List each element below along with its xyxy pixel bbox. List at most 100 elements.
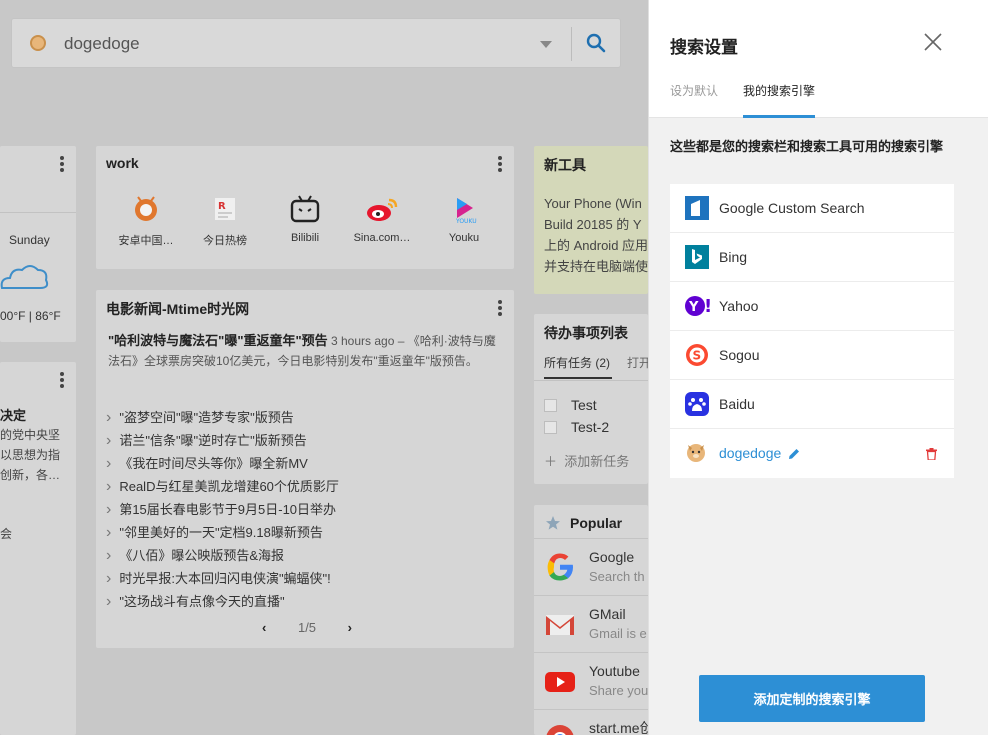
more-icon[interactable] bbox=[60, 156, 64, 174]
widget-title: 电影新闻-Mtime时光网 bbox=[106, 301, 250, 317]
new-tools-widget: 新工具 Your Phone (Win Build 20185 的 Y 上的 A… bbox=[534, 146, 648, 294]
news-partial-line: 的党中央坚 bbox=[0, 428, 61, 442]
tab-all-tasks[interactable]: 所有任务 (2) bbox=[544, 354, 610, 371]
tab-my-search-engines[interactable]: 我的搜索引擎 bbox=[743, 82, 815, 99]
sogou-icon: S bbox=[685, 343, 709, 367]
gmail-icon bbox=[544, 608, 578, 642]
add-custom-engine-button[interactable]: 添加定制的搜索引擎 bbox=[699, 675, 925, 722]
popular-subtitle: Gmail is e bbox=[589, 626, 647, 641]
engine-item-google-custom-search[interactable]: Google Custom Search bbox=[670, 184, 954, 233]
tools-line: 上的 Android 应用 bbox=[544, 238, 649, 253]
svg-text:S: S bbox=[693, 349, 702, 363]
more-icon[interactable] bbox=[60, 372, 64, 390]
search-divider bbox=[571, 27, 572, 61]
active-tab-underline bbox=[544, 377, 612, 379]
news-link[interactable]: 第15届长春电影节于9月5日-10日举办 bbox=[106, 498, 339, 521]
baidu-icon bbox=[685, 392, 709, 416]
bilibili-icon bbox=[288, 192, 322, 226]
chevron-right-icon[interactable]: › bbox=[348, 620, 352, 635]
search-settings-panel: 搜索设置 设为默认 我的搜索引擎 这些都是您的搜索栏和搜索工具可用的搜索引擎 G… bbox=[648, 0, 988, 735]
divider bbox=[534, 380, 648, 381]
news-partial-line: 创新，各… bbox=[0, 468, 61, 482]
headline-title[interactable]: "哈利波特与魔法石"曝"重返童年"预告 bbox=[108, 333, 328, 348]
weather-temps: 00°F | 86°F bbox=[0, 309, 61, 323]
engine-item-dogedoge[interactable]: dogedoge bbox=[670, 429, 954, 478]
bing-icon bbox=[685, 245, 709, 269]
news-partial-title: 决定 bbox=[0, 408, 27, 423]
popular-subtitle: Share you bbox=[589, 683, 649, 698]
cloud-icon bbox=[0, 262, 50, 297]
popular-subtitle: Search th bbox=[589, 569, 645, 584]
bookmark-item[interactable]: R 今日热榜 bbox=[187, 192, 263, 248]
engine-item-baidu[interactable]: Baidu bbox=[670, 380, 954, 429]
more-icon[interactable] bbox=[498, 300, 502, 318]
bookmark-item[interactable]: Bilibili bbox=[267, 192, 343, 244]
google-custom-search-icon bbox=[685, 196, 709, 220]
add-task-input[interactable]: ＋ 添加新任务 bbox=[544, 451, 629, 470]
news-link[interactable]: 诺兰"信条"曝"逆时存亡"版新预告 bbox=[106, 429, 339, 452]
news-link[interactable]: "邻里美好的一天"定档9.18曝新预告 bbox=[106, 521, 339, 544]
weather-day: Sunday bbox=[9, 233, 50, 247]
engine-name: Google Custom Search bbox=[719, 200, 865, 216]
tools-text: Your Phone (Win Build 20185 的 Y 上的 Andro… bbox=[544, 193, 648, 277]
bookmark-label: Sina.com… bbox=[353, 232, 411, 244]
panel-title: 搜索设置 bbox=[670, 38, 738, 57]
panel-header: 搜索设置 设为默认 我的搜索引擎 bbox=[649, 0, 988, 118]
popular-name: start.me创 bbox=[589, 720, 654, 735]
bookmark-label: 今日热榜 bbox=[203, 235, 247, 247]
news-link[interactable]: "盗梦空间"曝"造梦专家"版预告 bbox=[106, 406, 339, 429]
news-list: "盗梦空间"曝"造梦专家"版预告 诺兰"信条"曝"逆时存亡"版新预告 《我在时间… bbox=[106, 406, 339, 613]
popular-item[interactable]: Youtube Share you bbox=[534, 652, 648, 709]
news-link[interactable]: 时光早报:大本回归闪电侠演"蝙蝠侠"! bbox=[106, 567, 339, 590]
engine-item-yahoo[interactable]: Y! Yahoo bbox=[670, 282, 954, 331]
search-icon[interactable] bbox=[586, 33, 606, 58]
popular-item[interactable]: start.me创 bbox=[534, 709, 654, 735]
search-bar[interactable]: dogedoge bbox=[11, 18, 621, 68]
weather-widget: Sunday 00°F | 86°F bbox=[0, 146, 76, 342]
engine-item-sogou[interactable]: S Sogou bbox=[670, 331, 954, 380]
tools-line: 并支持在电脑端使 bbox=[544, 259, 649, 274]
chevron-left-icon[interactable]: ‹ bbox=[262, 620, 266, 635]
checkbox[interactable] bbox=[544, 398, 557, 412]
dogedoge-icon bbox=[685, 441, 709, 465]
headline-block[interactable]: "哈利波特与魔法石"曝"重返童年"预告 3 hours ago – 《哈利·波特… bbox=[108, 331, 500, 371]
bookmark-item[interactable]: Sina.com… bbox=[344, 192, 420, 244]
news-link[interactable]: "这场战斗有点像今天的直播" bbox=[106, 590, 339, 613]
tools-line: Build 20185 的 Y bbox=[544, 217, 642, 232]
bookmark-item[interactable]: YOUKU Youku bbox=[426, 192, 502, 244]
todo-item[interactable]: Test bbox=[544, 397, 597, 413]
close-icon[interactable] bbox=[923, 32, 943, 57]
anzhuo-icon bbox=[129, 192, 163, 226]
chevron-down-icon[interactable] bbox=[540, 41, 552, 48]
news-link[interactable]: RealD与红星美凯龙增建60个优质影厅 bbox=[106, 475, 339, 498]
news-partial-line: 会 bbox=[0, 527, 13, 541]
news-partial-line: 以思想为指 bbox=[0, 448, 61, 462]
pencil-icon[interactable] bbox=[788, 447, 800, 465]
weibo-icon bbox=[365, 192, 399, 226]
youku-icon: YOUKU bbox=[447, 192, 481, 226]
mtime-news-widget: 电影新闻-Mtime时光网 "哈利波特与魔法石"曝"重返童年"预告 3 hour… bbox=[96, 290, 514, 648]
popular-item[interactable]: GMail Gmail is e bbox=[534, 595, 648, 652]
engine-item-bing[interactable]: Bing bbox=[670, 233, 954, 282]
checkbox[interactable] bbox=[544, 420, 557, 434]
page-indicator: 1/5 bbox=[297, 620, 317, 635]
bookmark-item[interactable]: 安卓中国… bbox=[108, 192, 184, 248]
more-icon[interactable] bbox=[498, 156, 502, 174]
news-link[interactable]: 《八佰》曝公映版预告&海报 bbox=[106, 544, 339, 567]
popular-item[interactable]: Google Search th bbox=[534, 538, 648, 595]
engine-name: Yahoo bbox=[719, 298, 759, 314]
engine-name[interactable]: dogedoge bbox=[719, 445, 781, 461]
headline-time: 3 hours ago bbox=[331, 334, 395, 348]
work-bookmarks-widget: work 安卓中国… R 今日热榜 Bilibili Sina.com… YOU… bbox=[96, 146, 514, 269]
tab-set-default[interactable]: 设为默认 bbox=[670, 82, 718, 99]
popular-name: GMail bbox=[589, 606, 626, 622]
todo-label: Test bbox=[571, 397, 597, 413]
bookmark-label: 安卓中国… bbox=[118, 235, 174, 247]
divider bbox=[0, 212, 76, 213]
popular-name: Google bbox=[589, 549, 635, 565]
news-link[interactable]: 《我在时间尽头等你》曝全新MV bbox=[106, 452, 339, 475]
todo-item[interactable]: Test-2 bbox=[544, 419, 609, 435]
trash-icon[interactable] bbox=[926, 447, 937, 465]
plus-icon: ＋ bbox=[544, 454, 558, 469]
google-icon bbox=[544, 551, 578, 585]
